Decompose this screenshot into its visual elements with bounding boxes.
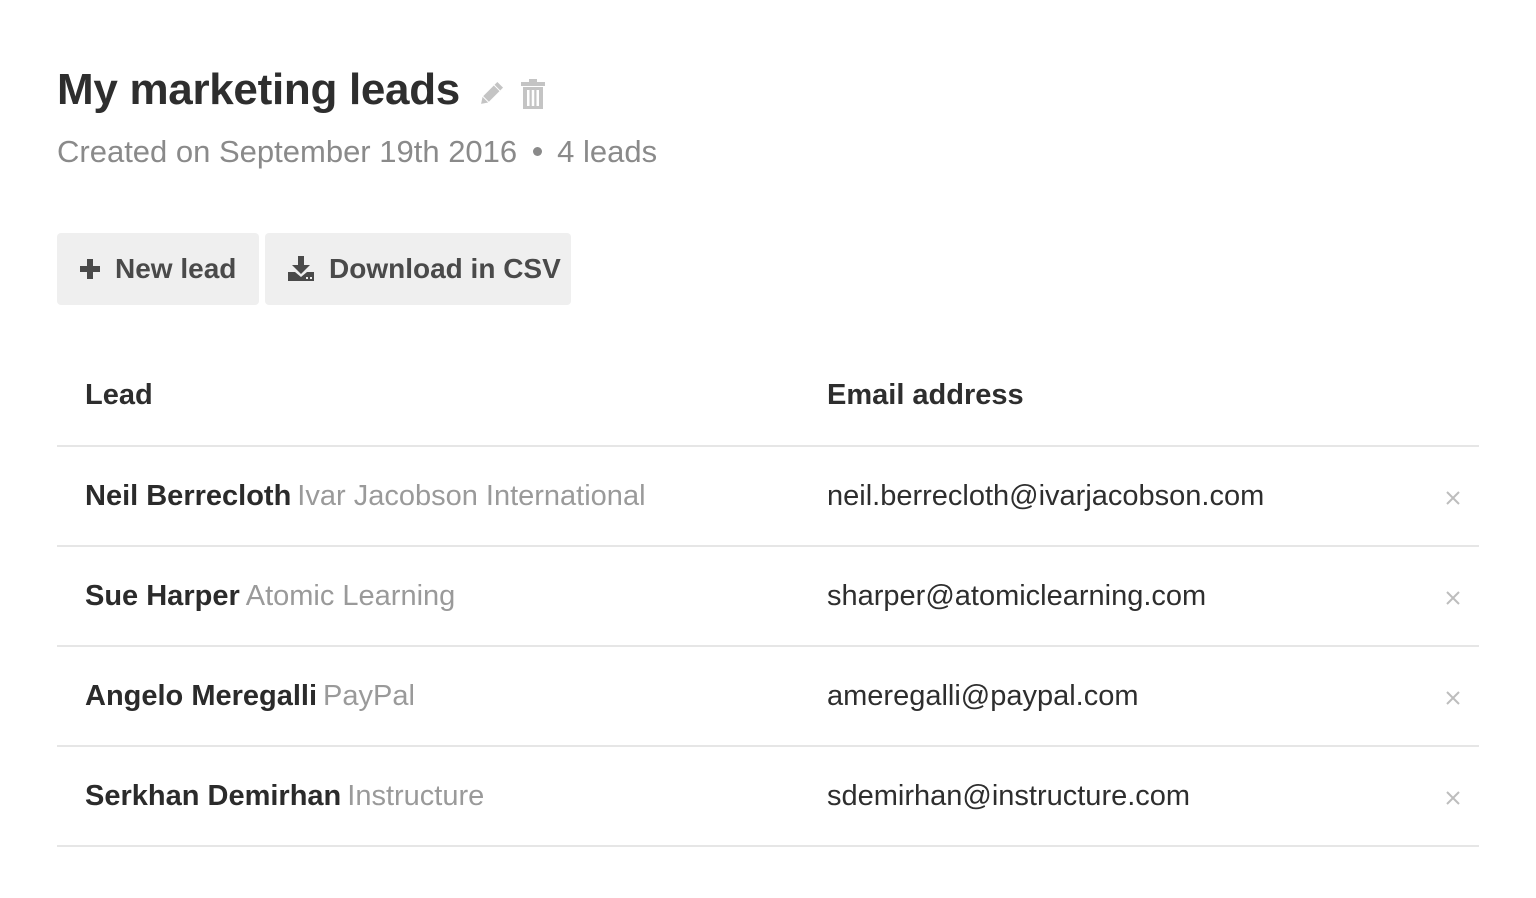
plus-icon — [79, 258, 101, 280]
column-header-lead: Lead — [57, 346, 799, 447]
new-lead-label: New lead — [115, 253, 237, 284]
lead-name: Angelo Meregalli — [85, 679, 318, 712]
lead-company: Ivar Jacobson International — [297, 479, 646, 512]
separator-dot — [533, 147, 543, 157]
toolbar: New lead Download in CSV — [57, 233, 571, 305]
lead-cell: Sue Harper Atomic Learning — [57, 546, 799, 647]
table-row: Sue Harper Atomic Learning sharper@atomic… — [57, 546, 1479, 647]
page-title: My marketing leads — [57, 65, 460, 114]
lead-email: neil.berrecloth@ivarjacobson.com — [799, 446, 1399, 547]
lead-cell: Angelo Meregalli PayPal — [57, 646, 799, 747]
close-icon[interactable] — [1438, 783, 1468, 813]
column-header-email: Email address — [799, 346, 1399, 447]
lead-company: Instructure — [347, 779, 485, 812]
lead-company: PayPal — [323, 679, 415, 712]
table-row: Serkhan Demirhan Instructure sdemirhan@in… — [57, 746, 1479, 847]
close-icon[interactable] — [1438, 583, 1468, 613]
lead-name: Sue Harper — [85, 579, 240, 612]
lead-count: 4 leads — [557, 134, 658, 169]
close-icon[interactable] — [1438, 483, 1468, 513]
close-icon[interactable] — [1438, 683, 1468, 713]
lead-name: Neil Berrecloth — [85, 479, 292, 512]
pencil-icon[interactable] — [476, 79, 506, 109]
lead-company: Atomic Learning — [245, 579, 456, 612]
leads-table: Lead Email address Neil Berrecloth Ivar J… — [57, 346, 1479, 847]
list-meta: Created on September 19th 2016 4 leads — [57, 132, 657, 172]
table-row: Angelo Meregalli PayPal ameregalli@paypal… — [57, 646, 1479, 747]
lead-email: sharper@atomiclearning.com — [799, 546, 1399, 647]
row-actions — [1399, 746, 1479, 847]
lead-email: sdemirhan@instructure.com — [799, 746, 1399, 847]
table-header-row: Lead Email address — [57, 346, 1479, 447]
lead-cell: Neil Berrecloth Ivar Jacobson Internation… — [57, 446, 799, 547]
title-row: My marketing leads — [57, 62, 546, 118]
row-actions — [1399, 646, 1479, 747]
column-header-actions — [1399, 346, 1479, 447]
download-icon — [287, 256, 315, 282]
created-date: Created on September 19th 2016 — [57, 134, 518, 169]
lead-name: Serkhan Demirhan — [85, 779, 342, 812]
row-actions — [1399, 546, 1479, 647]
trash-icon[interactable] — [520, 79, 546, 109]
lead-email: ameregalli@paypal.com — [799, 646, 1399, 747]
new-lead-button[interactable]: New lead — [57, 233, 259, 305]
lead-cell: Serkhan Demirhan Instructure — [57, 746, 799, 847]
table-row: Neil Berrecloth Ivar Jacobson Internation… — [57, 446, 1479, 547]
row-actions — [1399, 446, 1479, 547]
download-csv-label: Download in CSV — [329, 253, 561, 284]
download-csv-button[interactable]: Download in CSV — [265, 233, 571, 305]
